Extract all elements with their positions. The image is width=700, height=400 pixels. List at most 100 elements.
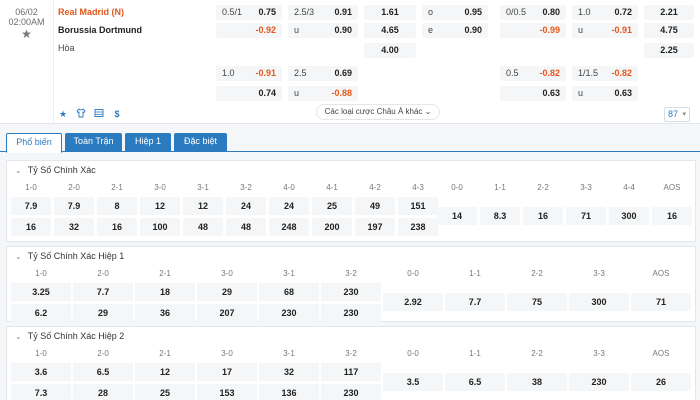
page-count-select[interactable]: 87 ▾ <box>664 107 690 122</box>
home-score-odd[interactable]: 3.6 <box>11 363 71 381</box>
away-score-odd[interactable]: 7.3 <box>11 384 71 400</box>
stats-icon[interactable] <box>93 108 105 120</box>
tab-first-half[interactable]: Hiệp 1 <box>125 133 171 151</box>
draw-score-odd[interactable]: 230 <box>569 373 629 391</box>
away-score-odd[interactable]: 16 <box>11 218 51 236</box>
draw-score-odd[interactable]: 6.5 <box>445 373 505 391</box>
away-score-odd[interactable]: 48 <box>183 218 223 236</box>
section-title[interactable]: ⌄ Tỷ Số Chính Xác <box>7 161 695 179</box>
away-score-odd[interactable]: 48 <box>226 218 266 236</box>
away-score-odd[interactable]: 230 <box>321 304 381 322</box>
draw-score-odd[interactable]: 300 <box>569 293 629 311</box>
away-score-odd[interactable]: 36 <box>135 304 195 322</box>
other-asian-bets-button[interactable]: Các loại cược Châu Á khác ⌄ <box>316 104 440 120</box>
away-score-odd[interactable]: 29 <box>73 304 133 322</box>
draw-score-odd[interactable]: 2.92 <box>383 293 443 311</box>
ft-alt-handicap-home[interactable]: 1.0 -0.91 <box>216 66 282 81</box>
star-icon[interactable]: ★ <box>57 108 69 120</box>
draw-score-odd[interactable]: 16 <box>523 207 563 225</box>
home-score-odd[interactable]: 7.7 <box>73 283 133 301</box>
away-score-odd[interactable]: 200 <box>312 218 352 236</box>
away-score-odd[interactable]: 100 <box>140 218 180 236</box>
away-score-odd[interactable]: 6.2 <box>11 304 71 322</box>
ft-handicap-away[interactable]: -0.92 <box>216 23 282 38</box>
draw-score-odd[interactable]: 3.5 <box>383 373 443 391</box>
draw-score-odd[interactable]: 71 <box>631 293 691 311</box>
home-score-odd[interactable]: 6.5 <box>73 363 133 381</box>
away-team[interactable]: Borussia Dortmund <box>58 25 142 35</box>
dollar-icon[interactable]: $ <box>111 108 123 120</box>
home-score-odd[interactable]: 24 <box>269 197 309 215</box>
away-score-odd[interactable]: 32 <box>54 218 94 236</box>
home-score-odd[interactable]: 29 <box>197 283 257 301</box>
home-score-odd[interactable]: 12 <box>183 197 223 215</box>
draw-score-odd[interactable]: 71 <box>566 207 606 225</box>
home-team[interactable]: Real Madrid (N) <box>58 7 124 17</box>
tab-special[interactable]: Đặc biệt <box>174 133 227 151</box>
ht-alt-total-under[interactable]: u 0.63 <box>572 86 638 101</box>
home-score-odd[interactable]: 68 <box>259 283 319 301</box>
away-score-odd[interactable]: 238 <box>398 218 438 236</box>
draw-score-odd[interactable]: 8.3 <box>480 207 520 225</box>
away-score-odd[interactable]: 153 <box>197 384 257 400</box>
ht-total-under[interactable]: u -0.91 <box>572 23 638 38</box>
away-score-odd[interactable]: 25 <box>135 384 195 400</box>
away-score-odd[interactable]: 248 <box>269 218 309 236</box>
draw-score-odd[interactable]: 16 <box>652 207 692 225</box>
draw-score-odd[interactable]: 26 <box>631 373 691 391</box>
section-title[interactable]: ⌄ Tỷ Số Chính Xác Hiệp 2 <box>7 327 695 345</box>
ft-1x2-home[interactable]: 1.61 <box>364 5 416 20</box>
draw-score-odd[interactable]: 300 <box>609 207 649 225</box>
home-score-odd[interactable]: 25 <box>312 197 352 215</box>
ft-even[interactable]: e 0.90 <box>422 23 488 38</box>
ft-total-under[interactable]: u 0.90 <box>288 23 358 38</box>
home-score-odd[interactable]: 24 <box>226 197 266 215</box>
ft-total-over[interactable]: 2.5/3 0.91 <box>288 5 358 20</box>
home-score-odd[interactable]: 3.25 <box>11 283 71 301</box>
away-score-odd[interactable]: 230 <box>321 384 381 400</box>
shirt-icon[interactable] <box>75 108 87 120</box>
draw-score-odd[interactable]: 38 <box>507 373 567 391</box>
tab-popular[interactable]: Phổ biến <box>6 133 62 153</box>
away-score-odd[interactable]: 136 <box>259 384 319 400</box>
home-score-odd[interactable]: 7.9 <box>11 197 51 215</box>
ht-1x2-draw[interactable]: 2.25 <box>644 43 694 58</box>
away-score-odd[interactable]: 230 <box>259 304 319 322</box>
ft-alt-total-over[interactable]: 2.5 0.69 <box>288 66 358 81</box>
draw-score-odd[interactable]: 75 <box>507 293 567 311</box>
ft-odd[interactable]: o 0.95 <box>422 5 488 20</box>
ft-handicap-home[interactable]: 0.5/1 0.75 <box>216 5 282 20</box>
away-score-odd[interactable]: 28 <box>73 384 133 400</box>
away-score-odd[interactable]: 197 <box>355 218 395 236</box>
away-score-odd[interactable]: 16 <box>97 218 137 236</box>
draw-score-odd[interactable]: 14 <box>437 207 477 225</box>
tab-full-match[interactable]: Toàn Trận <box>65 133 122 151</box>
ht-1x2-away[interactable]: 4.75 <box>644 23 694 38</box>
ft-alt-total-under[interactable]: u -0.88 <box>288 86 358 101</box>
home-score-odd[interactable]: 230 <box>321 283 381 301</box>
ht-total-over[interactable]: 1.0 0.72 <box>572 5 638 20</box>
home-score-odd[interactable]: 17 <box>197 363 257 381</box>
home-score-odd[interactable]: 49 <box>355 197 395 215</box>
ht-alt-handicap-home[interactable]: 0.5 -0.82 <box>500 66 566 81</box>
ft-alt-handicap-away[interactable]: 0.74 <box>216 86 282 101</box>
ht-alt-handicap-away[interactable]: 0.63 <box>500 86 566 101</box>
ft-1x2-away[interactable]: 4.65 <box>364 23 416 38</box>
home-score-odd[interactable]: 12 <box>140 197 180 215</box>
home-score-odd[interactable]: 151 <box>398 197 438 215</box>
ht-1x2-home[interactable]: 2.21 <box>644 5 694 20</box>
ht-alt-total-over[interactable]: 1/1.5 -0.82 <box>572 66 638 81</box>
home-score-odd[interactable]: 32 <box>259 363 319 381</box>
draw-score-odd[interactable]: 7.7 <box>445 293 505 311</box>
favorite-star-icon[interactable]: ★ <box>0 27 53 41</box>
home-score-odd[interactable]: 18 <box>135 283 195 301</box>
away-score-odd[interactable]: 207 <box>197 304 257 322</box>
home-score-odd[interactable]: 117 <box>321 363 381 381</box>
home-score-odd[interactable]: 12 <box>135 363 195 381</box>
home-score-odd[interactable]: 7.9 <box>54 197 94 215</box>
section-title[interactable]: ⌄ Tỷ Số Chính Xác Hiệp 1 <box>7 247 695 265</box>
home-score-odd[interactable]: 8 <box>97 197 137 215</box>
ft-1x2-draw[interactable]: 4.00 <box>364 43 416 58</box>
ht-handicap-home[interactable]: 0/0.5 0.80 <box>500 5 566 20</box>
ht-handicap-away[interactable]: -0.99 <box>500 23 566 38</box>
